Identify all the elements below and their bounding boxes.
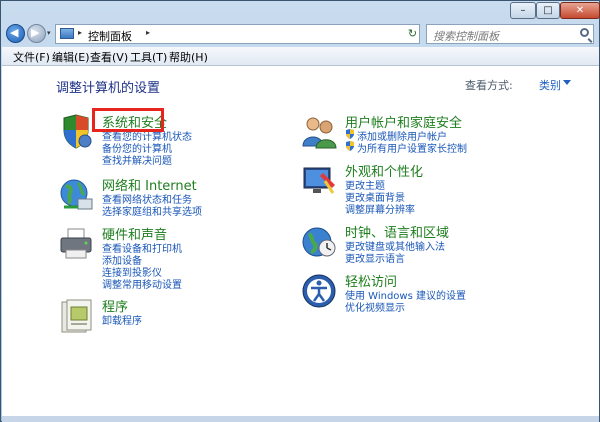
network-globe-icon[interactable] [58,177,94,213]
link-optimize-display[interactable]: 优化视频显示 [345,299,405,314]
link-homegroup-sharing[interactable]: 选择家庭组和共享选项 [102,203,202,218]
back-arrow-icon: ◀ [10,26,19,39]
view-by-dropdown[interactable]: 类别 [539,77,561,93]
maximize-button[interactable]: □ [536,2,560,19]
breadcrumb-separator[interactable]: ▸ [146,28,150,37]
back-button[interactable]: ◀ [6,24,25,43]
control-panel-window: – □ ✕ ◀ ▶ ▾ ▸ 控制面板 ▸ ↻ 文件(F) 编辑(E) 查看(V)… [0,0,600,422]
address-bar[interactable]: ▸ 控制面板 ▸ [55,24,420,44]
highlight-annotation [92,108,164,132]
control-panel-icon [60,28,74,39]
link-parental-controls[interactable]: 为所有用户设置家长控制 [357,140,467,155]
link-change-display-language[interactable]: 更改显示语言 [345,250,405,265]
title-bar[interactable]: – □ ✕ [1,1,600,21]
menu-tools[interactable]: 工具(T) [130,49,167,65]
menu-bar: 文件(F) 编辑(E) 查看(V) 工具(T) 帮助(H) [2,47,599,66]
close-button[interactable]: ✕ [560,2,600,19]
forward-arrow-icon: ▶ [31,26,40,39]
view-by-label: 查看方式: [465,79,513,92]
search-input[interactable] [431,27,575,46]
appearance-icon[interactable] [301,163,337,199]
users-icon[interactable] [301,114,337,150]
menu-help[interactable]: 帮助(H) [169,49,208,65]
refresh-button[interactable]: ↻ [404,24,421,44]
recent-pages-dropdown[interactable]: ▾ [47,29,51,37]
globe-clock-icon[interactable] [301,224,337,260]
window-bottom-border [2,416,599,422]
search-icon[interactable] [580,28,589,37]
page-title: 调整计算机的设置 [56,81,161,96]
navigation-bar: ◀ ▶ ▾ ▸ 控制面板 ▸ ↻ [1,21,599,47]
ease-of-access-icon[interactable] [301,273,337,309]
menu-edit[interactable]: 编辑(E) [52,49,90,65]
menu-view[interactable]: 查看(V) [90,49,128,65]
breadcrumb-control-panel[interactable]: 控制面板 [88,28,132,44]
forward-button[interactable]: ▶ [27,24,46,43]
programs-icon[interactable] [58,298,94,334]
printer-icon[interactable] [58,226,94,262]
link-uninstall-program[interactable]: 卸载程序 [102,312,142,327]
uac-shield-icon [346,129,354,139]
menu-file[interactable]: 文件(F) [13,49,50,65]
breadcrumb-separator[interactable]: ▸ [78,28,82,37]
minimize-button[interactable]: – [510,2,536,19]
chevron-down-icon[interactable] [563,80,571,85]
uac-shield-icon [346,141,354,151]
link-troubleshoot[interactable]: 查找并解决问题 [102,152,172,167]
link-screen-resolution[interactable]: 调整屏幕分辨率 [345,201,415,216]
search-box[interactable] [426,24,594,46]
link-mobility-settings[interactable]: 调整常用移动设置 [102,276,182,291]
shield-icon[interactable] [58,114,94,150]
